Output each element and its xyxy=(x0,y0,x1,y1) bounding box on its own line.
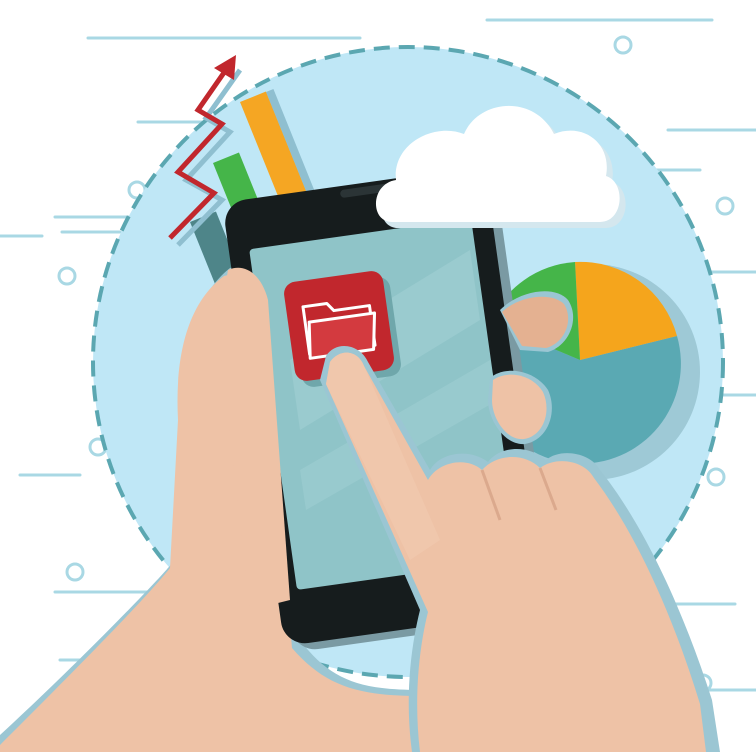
deco-ring xyxy=(706,467,726,487)
trend-arrow-head xyxy=(214,55,236,80)
deco-ring xyxy=(65,562,85,582)
deco-ring xyxy=(715,196,735,216)
deco-ring xyxy=(57,266,77,286)
deco-ring xyxy=(613,35,633,55)
illustration-canvas xyxy=(0,18,756,752)
